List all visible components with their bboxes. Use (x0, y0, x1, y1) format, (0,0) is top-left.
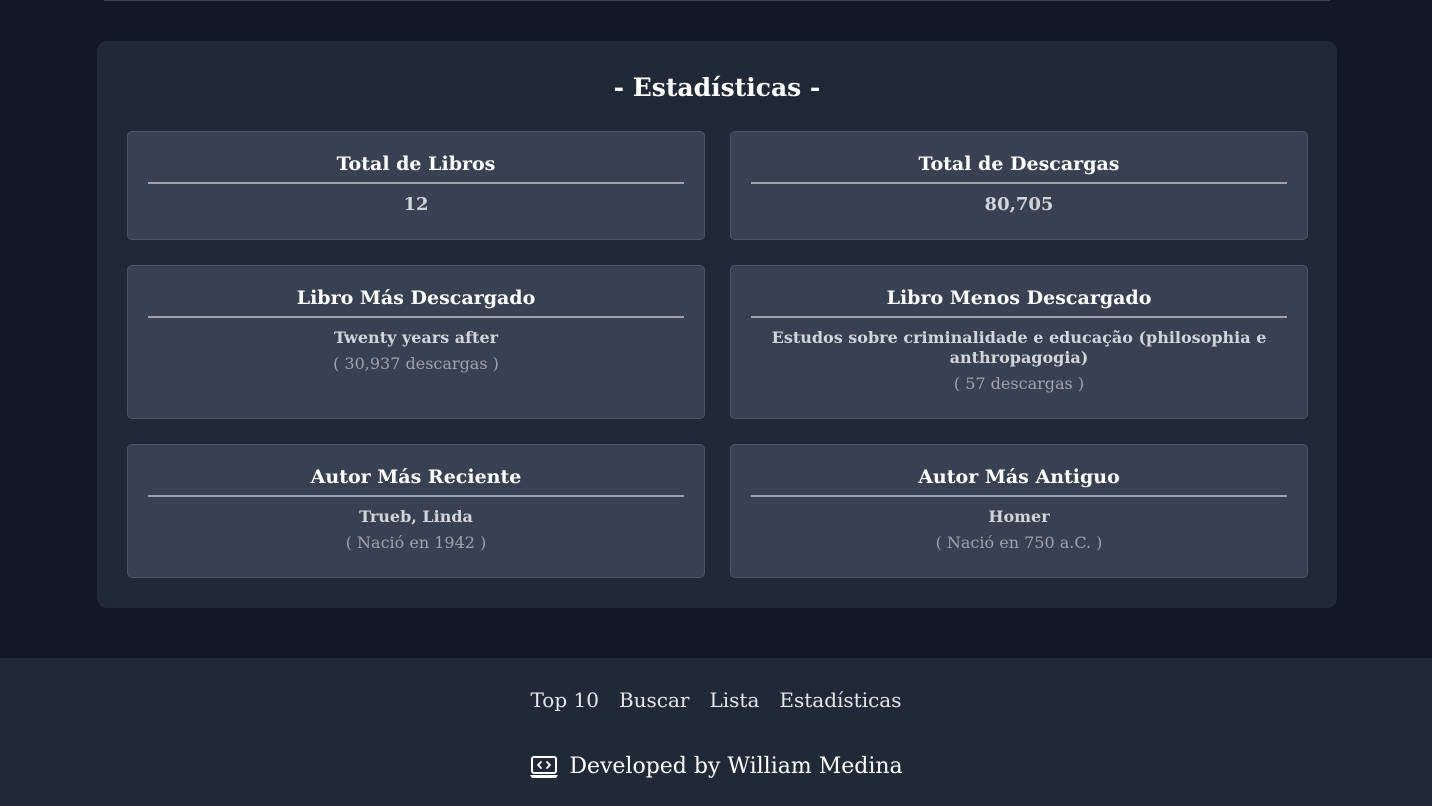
statistics-title: - Estadísticas - (613, 73, 821, 102)
total-downloads-card: Total de Descargas 80,705 (730, 131, 1308, 240)
footer-link-lista[interactable]: Lista (709, 688, 759, 712)
least-downloaded-label: Libro Menos Descargado (751, 266, 1287, 318)
laptop-code-icon (530, 756, 559, 778)
top-divider (104, 0, 1330, 1)
most-downloaded-count: ( 30,937 descargas ) (333, 354, 499, 373)
total-books-card: Total de Libros 12 (127, 131, 705, 240)
developer-credit: Developed by William Medina (0, 754, 1432, 780)
total-books-value: 12 (403, 194, 429, 215)
most-recent-author-label: Autor Más Reciente (148, 445, 684, 497)
statistics-panel: - Estadísticas - Total de Libros 12 Tota… (97, 41, 1337, 608)
least-downloaded-book: Estudos sobre criminalidade e educação (… (771, 328, 1267, 367)
oldest-author-name: Homer (988, 507, 1050, 526)
most-recent-author-name: Trueb, Linda (359, 507, 473, 526)
least-downloaded-card: Libro Menos Descargado Estudos sobre cri… (730, 265, 1308, 419)
developer-credit-text: Developed by William Medina (569, 754, 903, 779)
most-downloaded-card: Libro Más Descargado Twenty years after … (127, 265, 705, 419)
footer: Top 10 Buscar Lista Estadísticas Develop… (0, 658, 1432, 806)
footer-link-buscar[interactable]: Buscar (619, 688, 690, 712)
oldest-author-label: Autor Más Antiguo (751, 445, 1287, 497)
footer-link-estadisticas[interactable]: Estadísticas (779, 688, 901, 712)
total-downloads-label: Total de Descargas (751, 132, 1287, 184)
oldest-author-card: Autor Más Antiguo Homer ( Nació en 750 a… (730, 444, 1308, 578)
total-downloads-value: 80,705 (984, 194, 1054, 215)
most-downloaded-label: Libro Más Descargado (148, 266, 684, 318)
oldest-author-birth: ( Nació en 750 a.C. ) (935, 533, 1103, 552)
most-downloaded-book: Twenty years after (333, 328, 499, 347)
most-recent-author-birth: ( Nació en 1942 ) (345, 533, 487, 552)
footer-nav: Top 10 Buscar Lista Estadísticas (0, 688, 1432, 712)
least-downloaded-count: ( 57 descargas ) (953, 374, 1085, 393)
footer-link-top10[interactable]: Top 10 (531, 688, 599, 712)
most-recent-author-card: Autor Más Reciente Trueb, Linda ( Nació … (127, 444, 705, 578)
total-books-label: Total de Libros (148, 132, 684, 184)
